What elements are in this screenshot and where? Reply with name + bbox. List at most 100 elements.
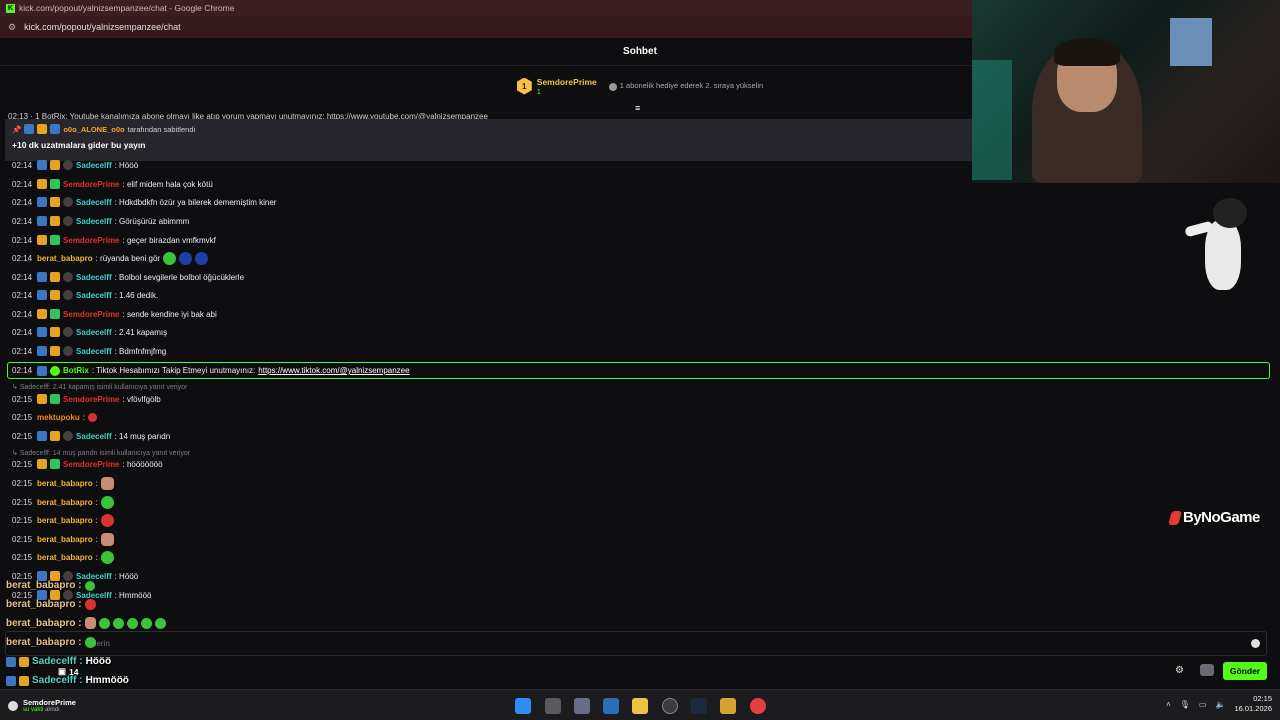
chat-message[interactable]: 02:14 Sadecelff: 1.46 dedik. [12, 288, 158, 302]
username[interactable]: mektupoku [37, 413, 80, 422]
chat-message[interactable]: 02:15 SemdorePrime: hööööööö [12, 457, 163, 471]
app-icon[interactable] [662, 698, 678, 714]
system-tray: ˄ 🎙 ▭ 🔈 02:15 16.01.2026 [1166, 694, 1272, 714]
username[interactable]: Sadecelff [76, 328, 112, 337]
badge-icon [63, 272, 74, 282]
url-text[interactable]: kick.com/popout/yalnizsempanzee/chat [24, 22, 181, 32]
microphone-icon[interactable]: 🎙 [1180, 700, 1190, 709]
chevron-up-icon[interactable]: ˄ [1166, 700, 1171, 709]
chrome-icon[interactable] [750, 698, 766, 714]
emote-icon[interactable] [87, 412, 97, 422]
chat-message[interactable]: 02:14 Sadecelff: Hdkdbdkfn özür ya biler… [12, 195, 276, 209]
username[interactable]: Sadecelff [76, 161, 112, 170]
badge-icon [6, 675, 16, 686]
username[interactable]: berat_babapro [37, 498, 93, 507]
pinned-meta: 📌 o0o_ALONE_o0o tarafından sabitlendi [12, 124, 965, 134]
volume-icon[interactable]: 🔈 [1215, 700, 1225, 709]
badge-icon [50, 431, 61, 441]
chat-message[interactable]: 02:15 berat_babapro: [12, 532, 114, 546]
chat-message[interactable]: 02:14 Sadecelff: Görüşürüz abimmm [12, 214, 189, 228]
emote-icon[interactable] [100, 532, 114, 546]
bot-message[interactable]: 02:14 BotRix: Tiktok Hesabımızı Takip Et… [7, 362, 1270, 379]
emote-icon [84, 637, 96, 648]
pinned-message[interactable]: 📌 o0o_ALONE_o0o tarafından sabitlendi +1… [5, 119, 972, 161]
badge-icon [37, 309, 48, 319]
username[interactable]: berat_babapro [37, 516, 93, 525]
reply-text: Sadecelff: 14 muş parıdn isimli kullanıc… [19, 450, 191, 457]
streamer-hair [1054, 38, 1120, 66]
chat-message[interactable]: 02:14 Sadecelff: Bdmfnfmjfmg [12, 344, 166, 358]
chat-message[interactable]: 02:14 Sadecelff: Hööö [12, 158, 138, 172]
badge-icon [50, 124, 61, 134]
chat-message[interactable]: 02:15 berat_babapro: [12, 513, 114, 527]
username[interactable]: Sadecelff [76, 291, 112, 300]
username[interactable]: Sadecelff [76, 273, 112, 282]
chat-input[interactable]: derin [5, 631, 1267, 656]
username[interactable]: BotRix [63, 366, 89, 375]
collapse-leaderboard-icon[interactable]: ≡ [635, 103, 640, 113]
send-button[interactable]: Gönder [1223, 662, 1267, 680]
reply-indicator[interactable]: ↳ Sadecelff: 14 muş parıdn isimli kullan… [12, 449, 190, 457]
taskbar-status-suffix: alındı [45, 707, 60, 713]
gift-sub-icon[interactable] [1200, 664, 1214, 676]
username[interactable]: Sadecelff [76, 217, 112, 226]
emote-icon[interactable] [100, 495, 114, 509]
pinned-by-suffix: tarafından sabitlendi [127, 124, 196, 134]
clock[interactable]: 02:15 16.01.2026 [1234, 694, 1272, 714]
settings-gear-icon[interactable]: ⚙ [1175, 665, 1184, 676]
chat-message[interactable]: 02:14 SemdorePrime: geçer birazdan vmfkm… [12, 233, 216, 247]
username[interactable]: berat_babapro [37, 479, 93, 488]
app-icon[interactable] [574, 698, 590, 714]
chat-message[interactable]: 02:14 berat_babapro: rüyanda beni gör [12, 251, 209, 265]
username[interactable]: Sadecelff [76, 347, 112, 356]
chat-message[interactable]: 02:14 SemdorePrime: elif midem hala çok … [12, 177, 213, 191]
username[interactable]: Sadecelff [76, 198, 112, 207]
chat-message[interactable]: 02:14 SemdorePrime: sende kendine iyi ba… [12, 307, 217, 321]
network-icon[interactable]: ▭ [1199, 700, 1207, 709]
app-icon[interactable] [720, 698, 736, 714]
leader-user[interactable]: SemdorePrime 1 [537, 77, 597, 96]
username[interactable]: berat_babapro [37, 553, 93, 562]
message-text: : Görüşürüz abimmm [114, 216, 190, 226]
emote-icon[interactable] [100, 476, 114, 490]
chat-message[interactable]: 02:15 berat_babapro: [12, 550, 114, 564]
start-menu-icon[interactable] [515, 698, 531, 714]
emote-icon[interactable] [163, 251, 177, 265]
emote-icon[interactable] [195, 251, 209, 265]
emote-icon[interactable] [179, 251, 193, 265]
username[interactable]: Sadecelff [76, 432, 112, 441]
badge-icon [19, 656, 29, 667]
username[interactable]: SemdorePrime [63, 460, 119, 469]
chat-message[interactable]: 02:15 SemdorePrime: vfövlfgölb [12, 392, 161, 406]
username[interactable]: berat_babapro [37, 535, 93, 544]
chat-message[interactable]: 02:15 mektupoku: [12, 410, 97, 424]
tiktok-link[interactable]: https://www.tiktok.com/@yalnizsempanzee [258, 366, 409, 375]
username[interactable]: SemdorePrime [63, 310, 119, 319]
reply-indicator[interactable]: ↳ Sadecelff: 2.41 kapamış isimli kullanı… [12, 383, 187, 391]
badge-icon [37, 124, 48, 134]
app-icon[interactable] [603, 698, 619, 714]
steam-icon[interactable] [691, 698, 707, 714]
username[interactable]: SemdorePrime [63, 236, 119, 245]
taskbar-user-widget[interactable]: SemdorePrime su vakti alındı [8, 698, 76, 714]
chat-message[interactable]: 02:15 Sadecelff: 14 muş parıdn [12, 429, 170, 443]
username[interactable]: SemdorePrime [63, 180, 119, 189]
file-explorer-icon[interactable] [632, 698, 648, 714]
site-info-icon[interactable]: ⚙ [8, 22, 16, 33]
user-avatar [8, 701, 18, 711]
username[interactable]: berat_babapro [37, 254, 93, 263]
emote-icon[interactable] [100, 513, 114, 527]
emote-icon[interactable] [100, 550, 114, 564]
bynogame-logo: ByNoGame [1168, 509, 1260, 526]
chat-message[interactable]: 02:14 Sadecelff: 2.41 kapamış [12, 325, 167, 339]
overlay-user: berat_babapro : [6, 599, 82, 610]
chat-message[interactable]: 02:15 berat_babapro: [12, 495, 114, 509]
task-view-icon[interactable] [545, 698, 561, 714]
pinned-by-user[interactable]: o0o_ALONE_o0o [63, 125, 124, 134]
chat-message[interactable]: 02:15 berat_babapro: [12, 476, 114, 490]
timestamp: 02:14 [12, 216, 33, 226]
leader-name[interactable]: SemdorePrime [537, 77, 597, 87]
chat-message[interactable]: 02:14 Sadecelff: Bolbol sevgilerle bolbo… [12, 270, 244, 284]
username[interactable]: SemdorePrime [63, 395, 119, 404]
emoji-picker-icon[interactable] [1251, 639, 1260, 648]
